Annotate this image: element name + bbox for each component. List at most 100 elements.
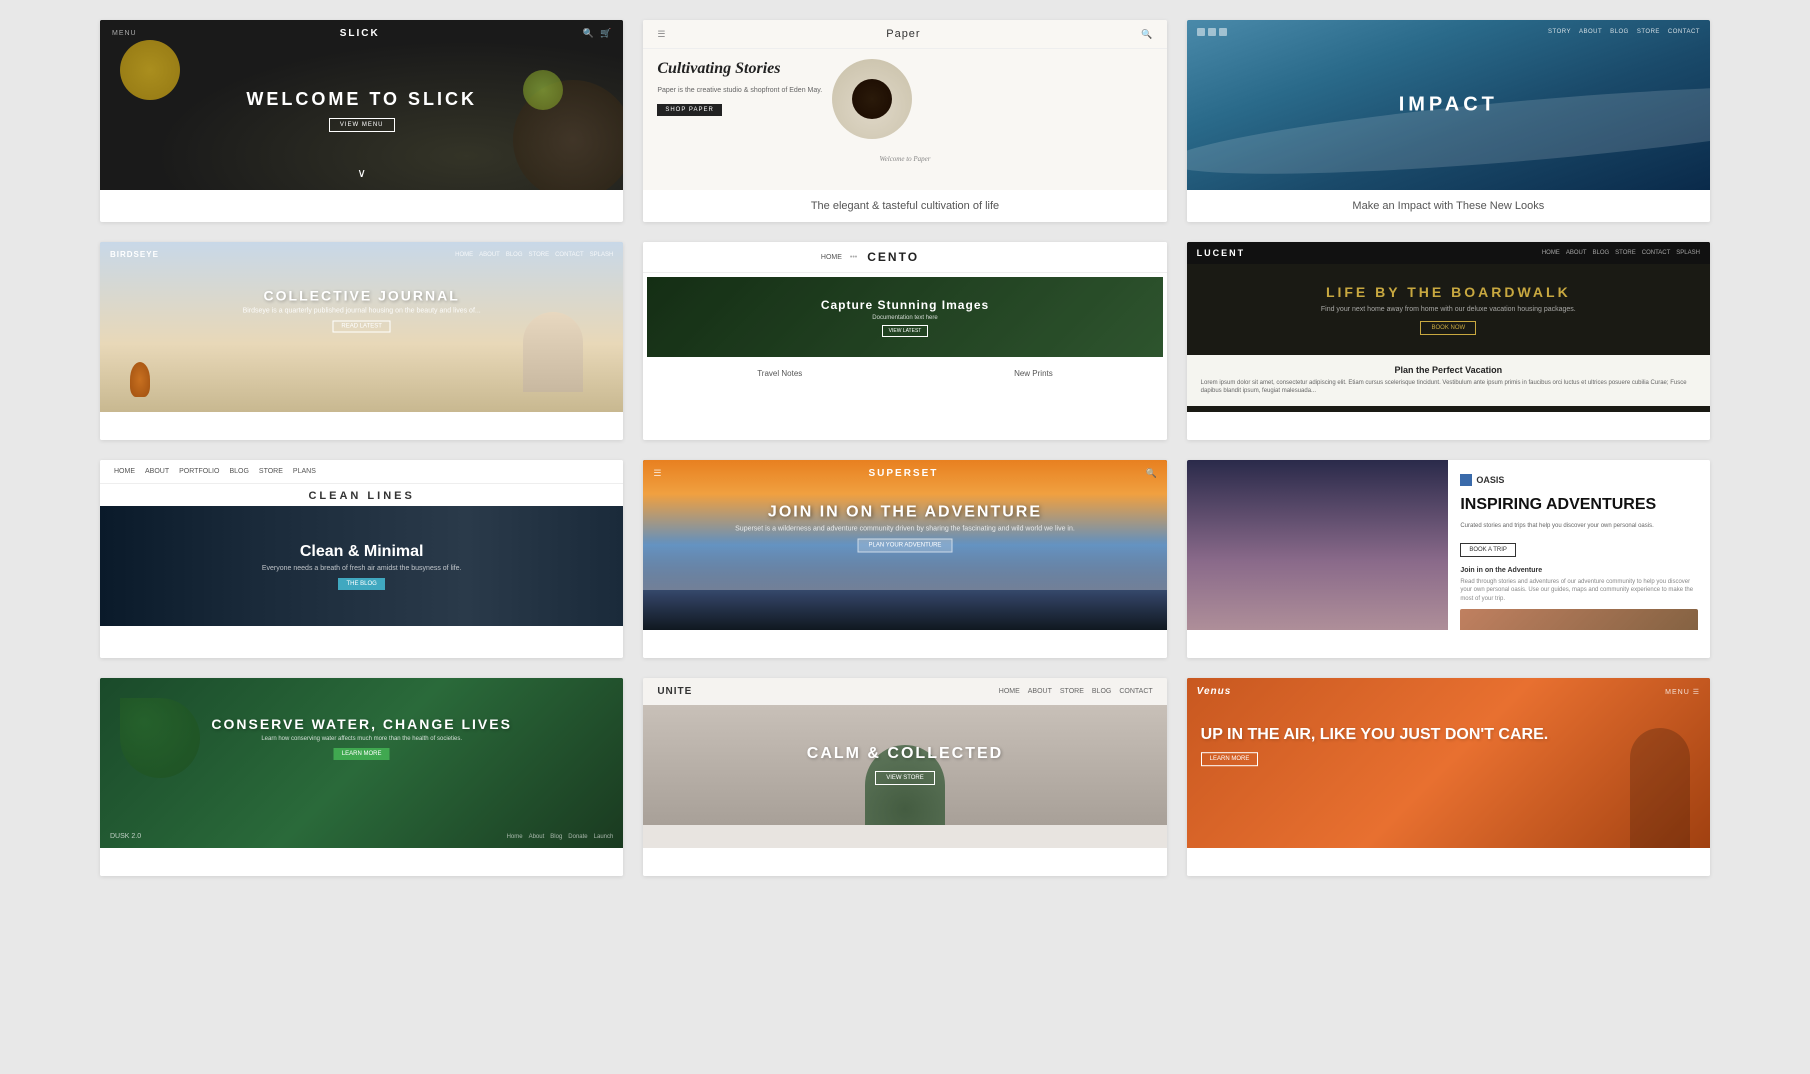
theme-card-lucent[interactable]: LUCENT HOME ABOUT BLOG STORE CONTACT SPL… xyxy=(1187,242,1710,440)
theme-card-impact[interactable]: STORY ABOUT BLOG STORE CONTACT IMPACT Ma… xyxy=(1187,20,1710,222)
unite-nav-contact: CONTACT xyxy=(1119,688,1152,695)
theme-card-cento[interactable]: HOME ••• CENTO Capture Stunning Images D… xyxy=(643,242,1166,440)
birdseye-footer xyxy=(100,412,623,440)
cleanlines-nav-portfolio: PORTFOLIO xyxy=(179,468,219,475)
birdseye-hero-title: COLLECTIVE JOURNAL xyxy=(126,288,597,304)
cento-hero-title: Capture Stunning Images xyxy=(821,298,989,312)
venus-menu-label: MENU ☰ xyxy=(1665,688,1700,696)
birdseye-nav-store: STORE xyxy=(529,252,550,258)
dusk-brand: DUSK 2.0 xyxy=(110,833,141,840)
slick-search-icon: 🔍 xyxy=(583,28,594,39)
oasis-cliff-image xyxy=(1187,460,1449,630)
oasis-subtitle: Curated stories and trips that help you … xyxy=(1460,522,1698,530)
lucent-section-title: Plan the Perfect Vacation xyxy=(1201,365,1696,375)
impact-preview: STORY ABOUT BLOG STORE CONTACT IMPACT xyxy=(1187,20,1710,190)
theme-card-venus[interactable]: Venus MENU ☰ UP IN THE AIR, LIKE YOU JUS… xyxy=(1187,678,1710,876)
impact-nav-story: STORY xyxy=(1548,29,1571,35)
impact-nav-store: STORE xyxy=(1637,29,1660,35)
theme-card-cleanlines[interactable]: HOME ABOUT PORTFOLIO BLOG STORE PLANS CL… xyxy=(100,460,623,658)
cento-view-btn[interactable]: VIEW LATEST xyxy=(882,325,929,337)
birdseye-nav-home: HOME xyxy=(455,252,473,258)
impact-social-icon-1 xyxy=(1197,28,1205,36)
unite-nav-about: ABOUT xyxy=(1028,688,1052,695)
dusk-learn-btn[interactable]: LEARN MORE xyxy=(334,748,390,760)
dusk-footer xyxy=(100,848,623,876)
venus-footer xyxy=(1187,848,1710,876)
paper-menu-icon: ☰ xyxy=(657,29,665,40)
paper-welcome: Welcome to Paper xyxy=(879,155,930,163)
birdseye-nav-contact: CONTACT xyxy=(555,252,584,258)
oasis-footer xyxy=(1187,630,1710,658)
birdseye-brand: BIRDSEYE xyxy=(110,250,159,259)
impact-social-icon-3 xyxy=(1219,28,1227,36)
unite-view-btn[interactable]: VIEW STORE xyxy=(875,771,935,785)
dusk-nav-about: About xyxy=(529,834,545,840)
theme-card-unite[interactable]: UNITE HOME ABOUT STORE BLOG CONTACT CALM… xyxy=(643,678,1166,876)
birdseye-nav-splash: SPLASH xyxy=(590,252,614,258)
cleanlines-nav-about: ABOUT xyxy=(145,468,169,475)
impact-nav-blog: BLOG xyxy=(1610,29,1629,35)
cento-footer xyxy=(643,412,1166,440)
lucent-hero-title: LIFE BY THE BOARDWALK xyxy=(1201,284,1696,300)
cleanlines-blog-btn[interactable]: THE BLOG xyxy=(338,578,384,590)
theme-card-dusk[interactable]: CONSERVE WATER, CHANGE LIVES Learn how c… xyxy=(100,678,623,876)
slick-brand: SLICK xyxy=(340,28,380,39)
unite-nav-store: STORE xyxy=(1060,688,1084,695)
themes-grid: MENU SLICK 🔍 🛒 WELCOME TO SLICK VIEW MEN… xyxy=(0,0,1810,896)
impact-nav-contact: CONTACT xyxy=(1668,29,1700,35)
superset-plan-btn[interactable]: PLAN YOUR ADVENTURE xyxy=(858,539,953,553)
cento-nav-home: HOME xyxy=(821,254,842,261)
dusk-preview: CONSERVE WATER, CHANGE LIVES Learn how c… xyxy=(100,678,623,848)
unite-nav-home: HOME xyxy=(999,688,1020,695)
slick-hero-title: WELCOME TO SLICK xyxy=(246,89,477,110)
cleanlines-nav-blog: BLOG xyxy=(229,468,248,475)
oasis-thumb-image xyxy=(1460,609,1698,630)
lucent-brand: LUCENT xyxy=(1197,248,1246,258)
theme-card-superset[interactable]: ☰ SUPERSET 🔍 JOIN IN ON THE ADVENTURE Su… xyxy=(643,460,1166,658)
birdseye-preview: BIRDSEYE HOME ABOUT BLOG STORE CONTACT S… xyxy=(100,242,623,412)
birdseye-subtitle: Birdseye is a quarterly published journa… xyxy=(126,308,597,315)
venus-learn-btn[interactable]: LEARN MORE xyxy=(1201,752,1259,766)
paper-subtitle: Paper is the creative studio & shopfront… xyxy=(657,86,822,96)
superset-menu-icon: ☰ xyxy=(653,468,661,479)
lucent-nav-about: ABOUT xyxy=(1566,250,1587,256)
lucent-nav-splash: SPLASH xyxy=(1676,250,1700,256)
lucent-nav-home: HOME xyxy=(1542,250,1560,256)
venus-brand: Venus xyxy=(1197,686,1232,697)
dusk-subtitle: Learn how conserving water affects much … xyxy=(126,736,597,742)
theme-card-oasis[interactable]: OASIS INSPIRING ADVENTURES Curated stori… xyxy=(1187,460,1710,658)
cleanlines-title: CLEAN LINES xyxy=(100,484,623,506)
oasis-body-text: Read through stories and adventures of o… xyxy=(1460,578,1698,603)
venus-preview: Venus MENU ☰ UP IN THE AIR, LIKE YOU JUS… xyxy=(1187,678,1710,848)
paper-preview: ☰ Paper 🔍 Cultivating Stories Paper is t… xyxy=(643,20,1166,190)
theme-card-slick[interactable]: MENU SLICK 🔍 🛒 WELCOME TO SLICK VIEW MEN… xyxy=(100,20,623,222)
cleanlines-hero-title: Clean & Minimal xyxy=(300,543,424,561)
cento-brand: CENTO xyxy=(867,250,919,264)
oasis-preview: OASIS INSPIRING ADVENTURES Curated stori… xyxy=(1187,460,1710,630)
cleanlines-nav-plans: PLANS xyxy=(293,468,316,475)
paper-brand: Paper xyxy=(886,28,920,40)
lucent-nav-store: STORE xyxy=(1615,250,1636,256)
paper-hero-image xyxy=(832,59,912,139)
dusk-nav-launch: Launch xyxy=(594,834,614,840)
superset-brand: SUPERSET xyxy=(868,468,938,479)
impact-social-icon-2 xyxy=(1208,28,1216,36)
birdseye-nav-about: ABOUT xyxy=(479,252,500,258)
slick-view-menu-btn[interactable]: VIEW MENU xyxy=(329,118,395,132)
cento-footer-right: New Prints xyxy=(1014,369,1053,378)
unite-preview: UNITE HOME ABOUT STORE BLOG CONTACT CALM… xyxy=(643,678,1166,848)
paper-footer: The elegant & tasteful cultivation of li… xyxy=(643,190,1166,222)
lucent-body-text: Lorem ipsum dolor sit amet, consectetur … xyxy=(1201,379,1696,396)
theme-card-birdseye[interactable]: BIRDSEYE HOME ABOUT BLOG STORE CONTACT S… xyxy=(100,242,623,440)
paper-search-icon: 🔍 xyxy=(1141,29,1152,40)
paper-shop-btn[interactable]: SHOP PAPER xyxy=(657,104,721,116)
dusk-nav-home: Home xyxy=(507,834,523,840)
lucent-book-btn[interactable]: BOOK NOW xyxy=(1420,321,1476,335)
oasis-brand: OASIS xyxy=(1476,475,1504,485)
lucent-preview: LUCENT HOME ABOUT BLOG STORE CONTACT SPL… xyxy=(1187,242,1710,412)
theme-card-paper[interactable]: ☰ Paper 🔍 Cultivating Stories Paper is t… xyxy=(643,20,1166,222)
superset-subtitle: Superset is a wilderness and adventure c… xyxy=(669,526,1140,533)
oasis-book-btn[interactable]: BOOK A TRIP xyxy=(1460,543,1516,557)
slick-preview: MENU SLICK 🔍 🛒 WELCOME TO SLICK VIEW MEN… xyxy=(100,20,623,190)
birdseye-read-btn[interactable]: READ LATEST xyxy=(332,321,391,333)
